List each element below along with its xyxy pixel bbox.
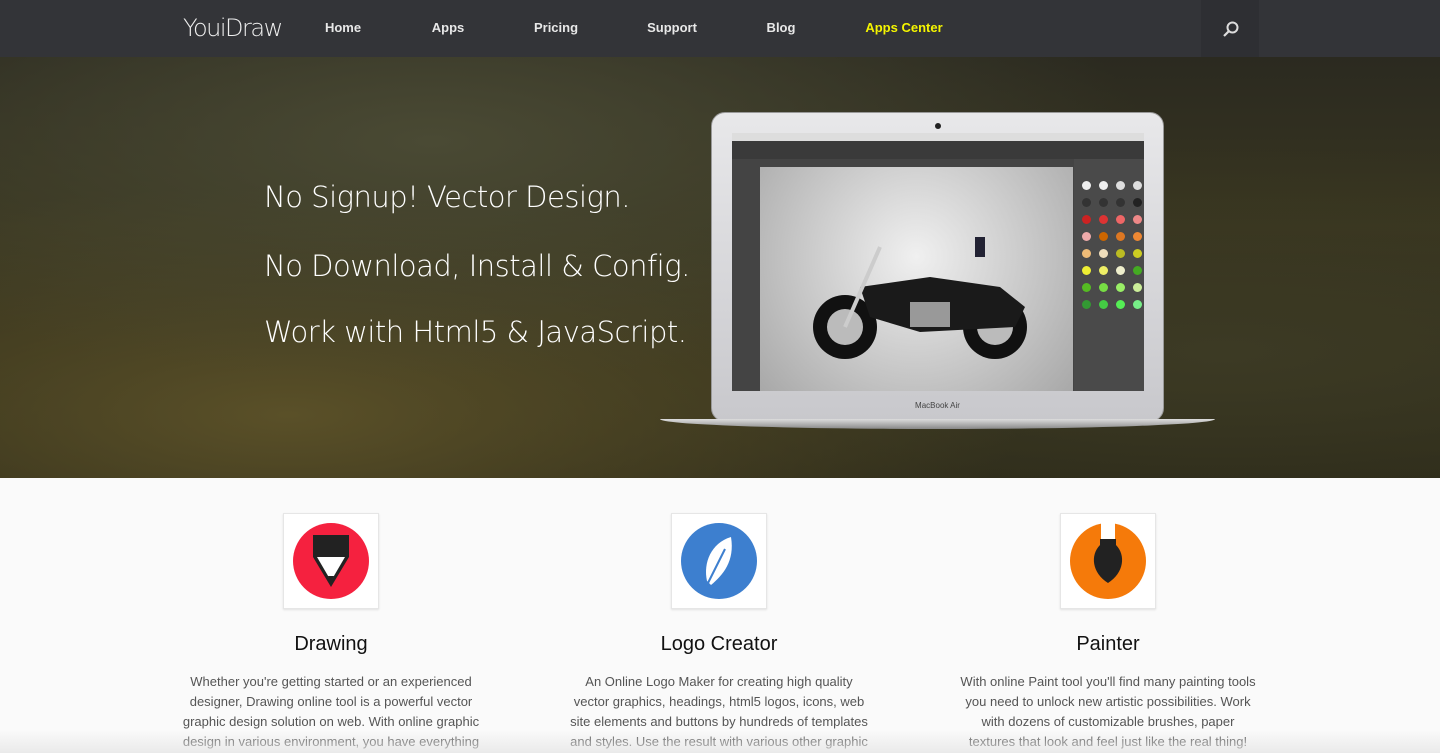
laptop-base <box>660 419 1215 429</box>
hero-line: No Signup! Vector Design. <box>264 180 631 214</box>
palette-swatch <box>1133 283 1142 292</box>
color-palette <box>1074 159 1144 391</box>
palette-swatch <box>1133 198 1142 207</box>
nav-blog[interactable]: Blog <box>767 20 796 35</box>
palette-swatch <box>1082 300 1091 309</box>
app-card-logo-creator: Logo Creator An Online Logo Maker for cr… <box>554 513 884 752</box>
palette-swatch <box>1082 215 1091 224</box>
app-card-painter: Painter With online Paint tool you'll fi… <box>943 513 1273 752</box>
top-navbar: YouiDraw Home Apps Pricing Support Blog … <box>0 0 1440 57</box>
nav-pricing[interactable]: Pricing <box>534 20 578 35</box>
palette-swatch <box>1133 215 1142 224</box>
palette-swatch <box>1099 249 1108 258</box>
laptop-brand-label: MacBook Air <box>915 401 960 410</box>
palette-swatch <box>1133 181 1142 190</box>
app-title[interactable]: Painter <box>943 633 1273 656</box>
palette-swatch <box>1116 249 1125 258</box>
logo[interactable]: YouiDraw <box>183 14 283 42</box>
palette-swatch <box>1133 300 1142 309</box>
browser-bar <box>732 133 1144 141</box>
pencil-icon <box>293 523 369 599</box>
editor-canvas <box>760 167 1073 391</box>
palette-swatch <box>1116 283 1125 292</box>
palette-swatch <box>1099 215 1108 224</box>
palette-swatch <box>1099 198 1108 207</box>
camera <box>935 123 941 129</box>
app-card-drawing: Drawing Whether you're getting started o… <box>166 513 496 752</box>
motorcycle-illustration <box>813 237 1027 359</box>
palette-swatch <box>1116 266 1125 275</box>
palette-swatch <box>1099 300 1108 309</box>
hero-banner: No Signup! Vector Design. No Download, I… <box>0 57 1440 478</box>
palette-swatch <box>1082 283 1091 292</box>
palette-swatch <box>1116 198 1125 207</box>
brush-icon <box>1070 523 1146 599</box>
palette-swatch <box>1116 232 1125 241</box>
nav-home[interactable]: Home <box>325 20 361 35</box>
palette-swatch <box>1099 283 1108 292</box>
hero-line: No Download, Install & Config. <box>264 249 690 283</box>
palette-swatch <box>1099 266 1108 275</box>
palette-swatch <box>1082 181 1091 190</box>
laptop-image: MacBook Air <box>711 112 1164 422</box>
palette-swatch <box>1116 215 1125 224</box>
hero-line: Work with Html5 & JavaScript. <box>264 315 687 349</box>
nav-apps-center[interactable]: Apps Center <box>865 20 942 35</box>
bottom-fade <box>0 730 1440 753</box>
palette-swatch <box>1133 266 1142 275</box>
palette-swatch <box>1082 198 1091 207</box>
drawing-app-button[interactable] <box>283 513 379 609</box>
feather-icon <box>681 523 757 599</box>
search-icon[interactable] <box>1222 20 1240 38</box>
palette-swatch <box>1116 181 1125 190</box>
nav-support[interactable]: Support <box>647 20 697 35</box>
palette-swatch <box>1133 232 1142 241</box>
app-title[interactable]: Logo Creator <box>554 633 884 656</box>
palette-swatch <box>1099 181 1108 190</box>
palette-swatch <box>1082 266 1091 275</box>
app-screenshot <box>732 133 1144 391</box>
editor-toolbar <box>732 141 1144 159</box>
palette-swatch <box>1082 249 1091 258</box>
painter-app-button[interactable] <box>1060 513 1156 609</box>
palette-swatch <box>1133 249 1142 258</box>
palette-swatch <box>1099 232 1108 241</box>
palette-swatch <box>1116 300 1125 309</box>
nav-apps[interactable]: Apps <box>432 20 465 35</box>
logo-creator-app-button[interactable] <box>671 513 767 609</box>
palette-swatch <box>1082 232 1091 241</box>
app-title[interactable]: Drawing <box>166 633 496 656</box>
